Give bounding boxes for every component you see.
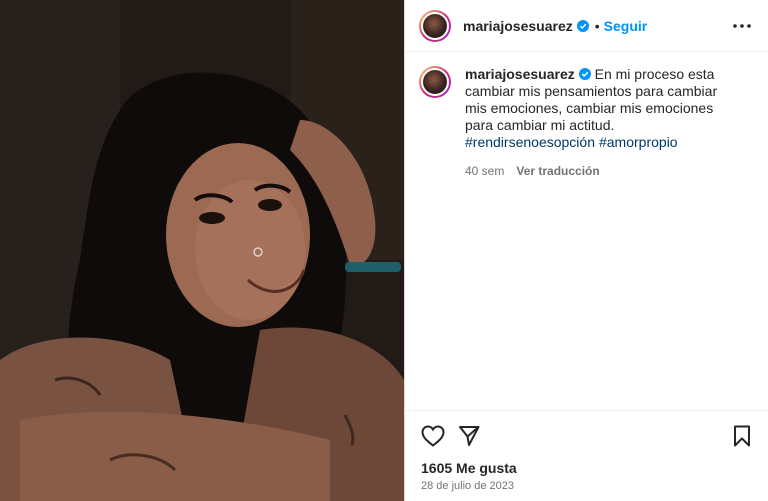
like-button[interactable] <box>419 422 447 450</box>
caption-meta: 40 sem Ver traducción <box>465 163 735 180</box>
separator-dot: • <box>594 17 600 34</box>
bookmark-icon <box>734 425 750 446</box>
see-translation-button[interactable]: Ver traducción <box>516 163 599 180</box>
header-username[interactable]: mariajosesuarez <box>463 18 573 34</box>
time-ago[interactable]: 40 sem <box>465 163 504 180</box>
more-options-icon <box>733 23 751 28</box>
post-caption: mariajosesuarez En mi proceso esta cambi… <box>405 52 768 180</box>
more-options-button[interactable] <box>730 14 754 38</box>
caption-avatar[interactable] <box>419 66 451 98</box>
post-details-panel: mariajosesuarez • Seguir mariajosesuarez <box>404 0 768 501</box>
avatar[interactable] <box>419 9 451 42</box>
share-button[interactable] <box>455 422 483 450</box>
hashtag-link[interactable]: #amorpropio <box>599 134 678 150</box>
post-actions <box>405 410 768 460</box>
verified-badge-icon <box>578 68 591 80</box>
hashtag-link[interactable]: #rendirsenoesopción <box>465 134 595 150</box>
likes-count[interactable]: 1605 Me gusta <box>421 460 517 476</box>
post-date: 28 de julio de 2023 <box>421 480 514 492</box>
send-icon <box>459 425 480 446</box>
caption-body: mariajosesuarez En mi proceso esta cambi… <box>465 66 735 180</box>
hashtags: #rendirsenoesopción #amorpropio <box>465 134 735 151</box>
caption-username[interactable]: mariajosesuarez <box>465 66 575 82</box>
post-photo[interactable] <box>0 0 404 501</box>
post-photo-illustration <box>0 0 404 501</box>
instagram-post-view: mariajosesuarez • Seguir mariajosesuarez <box>0 0 768 501</box>
verified-badge-icon <box>576 19 589 32</box>
save-button[interactable] <box>728 422 756 450</box>
heart-icon <box>421 424 445 447</box>
post-header: mariajosesuarez • Seguir <box>405 0 768 52</box>
follow-button[interactable]: Seguir <box>604 18 648 34</box>
